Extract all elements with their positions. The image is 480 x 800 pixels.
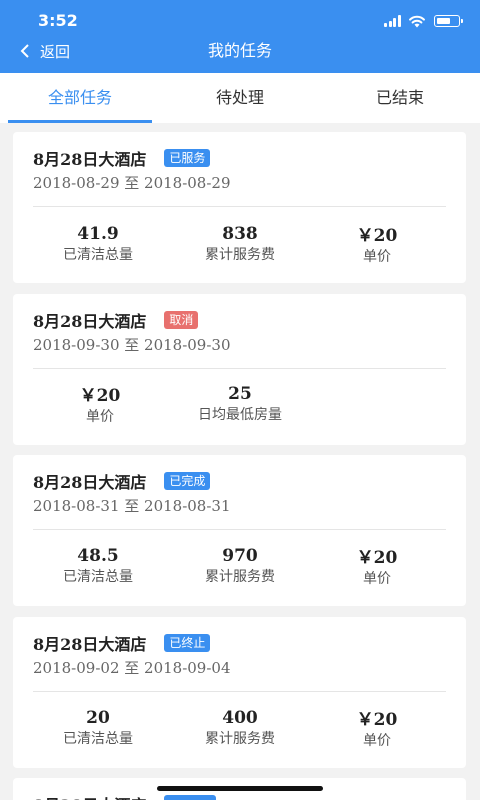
hotel-name: 8月28日大酒店 (33, 473, 147, 492)
task-card[interactable]: 8月28日大酒店 取消 2018-09-30 至 2018-09-30 ￥20 … (13, 294, 466, 445)
stat-value: 41.9 (77, 224, 119, 244)
page-title: 我的任务 (207, 41, 272, 60)
divider (33, 529, 446, 530)
stat-label: 累计服务费 (205, 247, 275, 263)
status-badge: 取消 (164, 311, 199, 329)
stat-unit-price: ￥20 单价 (30, 386, 170, 427)
app-header: 3:52 返回 我的任务 (0, 0, 480, 73)
divider (33, 368, 446, 369)
stat-label: 已清洁总量 (63, 569, 133, 585)
stat-value: 970 (222, 546, 258, 566)
stat-cleaned-total: 41.9 已清洁总量 (28, 224, 168, 265)
stat-service-fee: 970 累计服务费 (170, 546, 310, 587)
home-indicator[interactable] (157, 786, 323, 791)
divider (33, 691, 446, 692)
stat-value: ￥20 (79, 386, 121, 406)
status-badge (164, 795, 217, 800)
date-range: 2018-08-29 至 2018-08-29 (33, 174, 231, 192)
status-icons (384, 14, 463, 28)
stat-service-fee: 838 累计服务费 (170, 224, 310, 265)
stat-unit-price: ￥20 单价 (307, 710, 447, 751)
active-tab-indicator (8, 120, 152, 123)
stat-value: 400 (222, 708, 258, 728)
stat-unit-price: ￥20 单价 (307, 226, 447, 267)
status-badge: 已完成 (164, 472, 211, 490)
task-card[interactable]: 8月28日大酒店 已服务 2018-08-29 至 2018-08-29 41.… (13, 132, 466, 283)
date-range: 2018-09-30 至 2018-09-30 (33, 336, 231, 354)
wifi-icon (409, 15, 425, 27)
stat-label: 日均最低房量 (198, 407, 282, 423)
stat-daily-min-rooms: 25 日均最低房量 (170, 384, 310, 425)
tab-bar: 全部任务 待处理 已结束 (0, 73, 480, 123)
hotel-name: 8月28日大酒店 (33, 150, 147, 169)
battery-icon (434, 15, 463, 27)
hotel-name: 8月28日大酒店 (33, 635, 147, 654)
stat-label: 单价 (363, 733, 391, 749)
stat-value: 25 (228, 384, 252, 404)
tab-pending[interactable]: 待处理 (160, 73, 320, 123)
stat-cleaned-total: 48.5 已清洁总量 (28, 546, 168, 587)
stat-label: 单价 (363, 249, 391, 265)
cellular-signal-icon (384, 15, 402, 27)
date-range: 2018-09-02 至 2018-09-04 (33, 659, 231, 677)
tab-all-tasks[interactable]: 全部任务 (0, 73, 160, 123)
stat-label: 累计服务费 (205, 569, 275, 585)
stat-label: 累计服务费 (205, 731, 275, 747)
hotel-name: 8月28日大酒店 (33, 312, 147, 331)
task-title-row: 8月28日大酒店 取消 (33, 307, 199, 333)
tab-ended[interactable]: 已结束 (320, 73, 480, 123)
stat-label: 已清洁总量 (63, 731, 133, 747)
task-title-row: 8月28日大酒店 (33, 791, 217, 800)
stat-value: 20 (86, 708, 110, 728)
nav-bar: 返回 我的任务 (0, 40, 480, 62)
stat-value: ￥20 (356, 710, 398, 730)
stat-label: 单价 (86, 409, 114, 425)
status-badge: 已终止 (164, 634, 211, 652)
task-title-row: 8月28日大酒店 已服务 (33, 145, 211, 171)
stat-value: ￥20 (356, 226, 398, 246)
stat-label: 已清洁总量 (63, 247, 133, 263)
task-card[interactable]: 8月28日大酒店 已完成 2018-08-31 至 2018-08-31 48.… (13, 455, 466, 606)
stat-value: 48.5 (77, 546, 119, 566)
status-bar: 3:52 (0, 0, 480, 40)
stat-cleaned-total: 20 已清洁总量 (28, 708, 168, 749)
hotel-name: 8月28日大酒店 (33, 792, 146, 800)
task-title-row: 8月28日大酒店 已完成 (33, 468, 211, 494)
status-time: 3:52 (38, 11, 78, 30)
divider (33, 206, 446, 207)
stat-service-fee: 400 累计服务费 (170, 708, 310, 749)
status-badge: 已服务 (164, 149, 211, 167)
stat-unit-price: ￥20 单价 (307, 548, 447, 589)
task-title-row: 8月28日大酒店 已终止 (33, 630, 211, 656)
stat-value: 838 (222, 224, 258, 244)
stat-label: 单价 (363, 571, 391, 587)
date-range: 2018-08-31 至 2018-08-31 (33, 497, 231, 515)
task-card[interactable]: 8月28日大酒店 已终止 2018-09-02 至 2018-09-04 20 … (13, 617, 466, 768)
stat-value: ￥20 (356, 548, 398, 568)
